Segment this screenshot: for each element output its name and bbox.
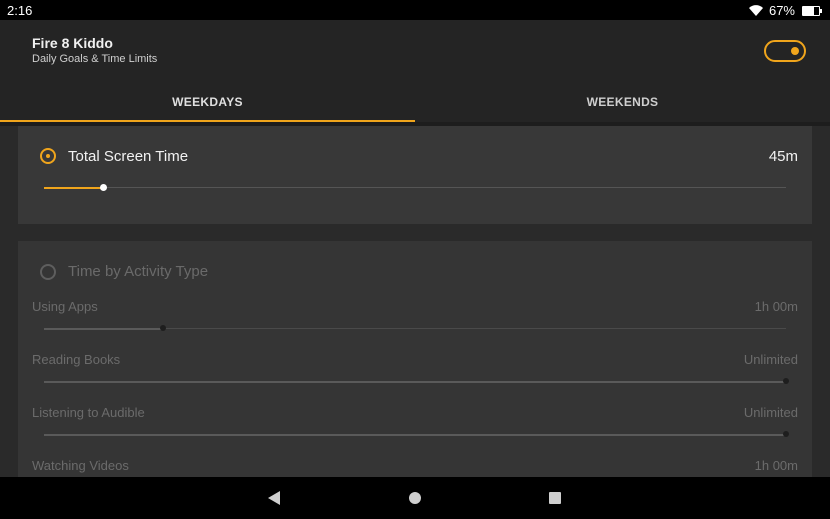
navigation-bar: [0, 477, 830, 519]
app-header: Fire 8 Kiddo Daily Goals & Time Limits: [0, 20, 830, 86]
settings-content[interactable]: Total Screen Time 45m Time by Activity T…: [0, 126, 830, 477]
activity-value-videos: 1h 00m: [754, 458, 798, 473]
books-slider-thumb[interactable]: [783, 378, 789, 384]
status-time: 2:16: [7, 3, 33, 18]
activity-label-videos: Watching Videos: [32, 458, 129, 473]
tab-weekdays[interactable]: WEEKDAYS: [0, 86, 415, 122]
apps-slider-thumb[interactable]: [159, 325, 166, 331]
battery-fill: [803, 6, 814, 15]
status-indicators: 67%: [748, 3, 822, 18]
header-subtitle: Daily Goals & Time Limits: [32, 53, 158, 65]
books-slider-fill: [44, 381, 786, 383]
goals-toggle[interactable]: [764, 40, 806, 62]
audible-slider-thumb[interactable]: [783, 431, 789, 437]
activity-type-label: Time by Activity Type: [68, 263, 209, 280]
activity-value-books: Unlimited: [743, 352, 798, 367]
tab-weekends[interactable]: WEEKENDS: [415, 86, 830, 122]
activity-label-audible: Listening to Audible: [32, 405, 145, 420]
activity-value-apps: 1h 00m: [754, 299, 798, 314]
total-screen-time-radio[interactable]: [40, 148, 56, 164]
toggle-knob: [791, 47, 799, 55]
total-screen-time-card: Total Screen Time 45m: [18, 126, 812, 224]
recents-icon[interactable]: [549, 492, 561, 504]
home-icon[interactable]: [409, 492, 421, 504]
activity-type-card: Time by Activity Type Using Apps 1h 00m …: [18, 241, 812, 477]
day-tabs: WEEKDAYS WEEKENDS: [0, 86, 830, 122]
device-name: Fire 8 Kiddo: [32, 35, 113, 51]
total-screen-time-label: Total Screen Time: [68, 148, 189, 165]
wifi-icon: [748, 5, 763, 16]
activity-type-radio[interactable]: [40, 264, 56, 280]
activity-label-apps: Using Apps: [32, 299, 98, 314]
activity-label-books: Reading Books: [32, 352, 121, 367]
total-screen-time-thumb[interactable]: [100, 184, 108, 191]
total-screen-time-value: 45m: [768, 148, 798, 165]
activity-value-audible: Unlimited: [743, 405, 798, 420]
radio-selected-dot: [46, 154, 50, 158]
status-bar: 2:16 67%: [0, 0, 830, 20]
apps-slider-fill: [44, 328, 163, 330]
battery-percentage: 67%: [768, 3, 795, 18]
back-icon[interactable]: [268, 491, 280, 505]
total-screen-time-track[interactable]: [44, 187, 786, 188]
audible-slider-fill: [44, 434, 786, 436]
total-screen-time-fill: [44, 187, 104, 189]
battery-icon: [802, 5, 822, 16]
